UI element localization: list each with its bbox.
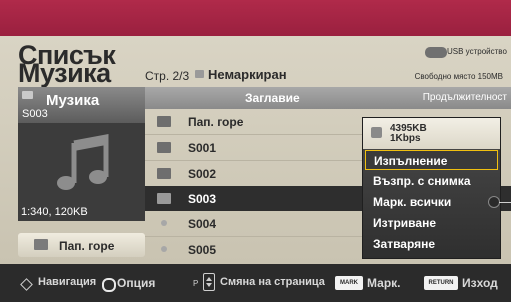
menu-item-label: Възпр. с снимка (373, 174, 471, 188)
file-size-info: 4395KB 1Kbps (390, 124, 427, 144)
menu-item-delete[interactable]: Изтриване (365, 213, 498, 233)
music-list-screen: Списък Музика Стр. 2/3 Немаркиран USB ус… (0, 0, 511, 302)
list-item-label: S003 (188, 192, 217, 206)
menu-item-label: Затваряне (373, 237, 436, 251)
list-header: Заглавие Продължителност (145, 87, 511, 109)
list-item-label: S005 (188, 243, 217, 257)
album-info: 1:340, 120KB (21, 206, 88, 218)
list-item-label: S001 (188, 141, 217, 155)
free-space: Свободно място 150MB (414, 72, 503, 81)
album-header: Музика S003 (18, 87, 145, 123)
menu-item-play[interactable]: Изпълнение (365, 150, 498, 170)
navigation-icon (20, 278, 33, 291)
folder-icon (157, 168, 171, 179)
exit-hint: Изход (462, 276, 498, 290)
option-popup: 4395KB 1Kbps Изпълнение Възпр. с снимка … (362, 117, 501, 259)
up-folder-label: Пап. горе (59, 239, 115, 253)
return-key: RETURN (424, 276, 458, 290)
music-file-icon (161, 220, 167, 226)
menu-item-label: Марк. всички (373, 195, 452, 209)
folder-icon (34, 239, 48, 250)
music-file-icon (161, 246, 167, 252)
option-hint: Опция (117, 276, 156, 290)
popup-header: 4395KB 1Kbps (363, 118, 500, 149)
page-title-line2: Музика (18, 58, 111, 88)
mark-key: MARK (335, 276, 363, 290)
column-title: Заглавие (245, 91, 300, 105)
mark-hint: Марк. (367, 276, 401, 290)
option-icon (102, 278, 116, 292)
page-indicator: Стр. 2/3 (145, 69, 190, 83)
music-note-icon (36, 125, 127, 205)
page-change-hint: Смяна на страница (220, 276, 325, 288)
list-item-label: S004 (188, 217, 217, 231)
page-updown-icon (203, 273, 215, 291)
navigation-hint: Навигация (38, 276, 97, 288)
usb-icon (425, 47, 447, 58)
footer-bar: Навигация Опция P Смяна на страница MARK… (0, 264, 511, 302)
bitrate: 1Kbps (390, 133, 421, 144)
page-key: P (193, 279, 199, 288)
column-duration: Продължителност (422, 92, 507, 103)
album-subtitle: S003 (22, 108, 48, 120)
list-item-label: S002 (188, 167, 217, 181)
up-folder-icon (157, 116, 171, 127)
music-icon (22, 91, 33, 99)
top-band (0, 0, 511, 36)
up-folder-button[interactable]: Пап. горе (18, 233, 145, 257)
menu-item-close[interactable]: Затваряне (365, 234, 498, 254)
filter-label: Немаркиран (208, 67, 287, 82)
device-label: USB устройство (447, 47, 507, 56)
album-panel: Музика S003 1:340, 120KB (18, 87, 145, 221)
menu-item-label: Изтриване (373, 216, 436, 230)
music-icon (371, 127, 382, 138)
menu-item-play-with-photo[interactable]: Възпр. с снимка (365, 171, 498, 191)
list-item-label: Пап. горе (188, 115, 244, 129)
folder-icon (157, 193, 171, 204)
menu-item-label: Изпълнение (374, 154, 448, 168)
unmarked-icon (195, 70, 204, 78)
folder-icon (157, 142, 171, 153)
menu-item-mark-all[interactable]: Марк. всички (365, 192, 498, 212)
pointer-line (499, 202, 511, 203)
album-title: Музика (46, 92, 100, 109)
pointer-dot-icon (489, 197, 499, 207)
